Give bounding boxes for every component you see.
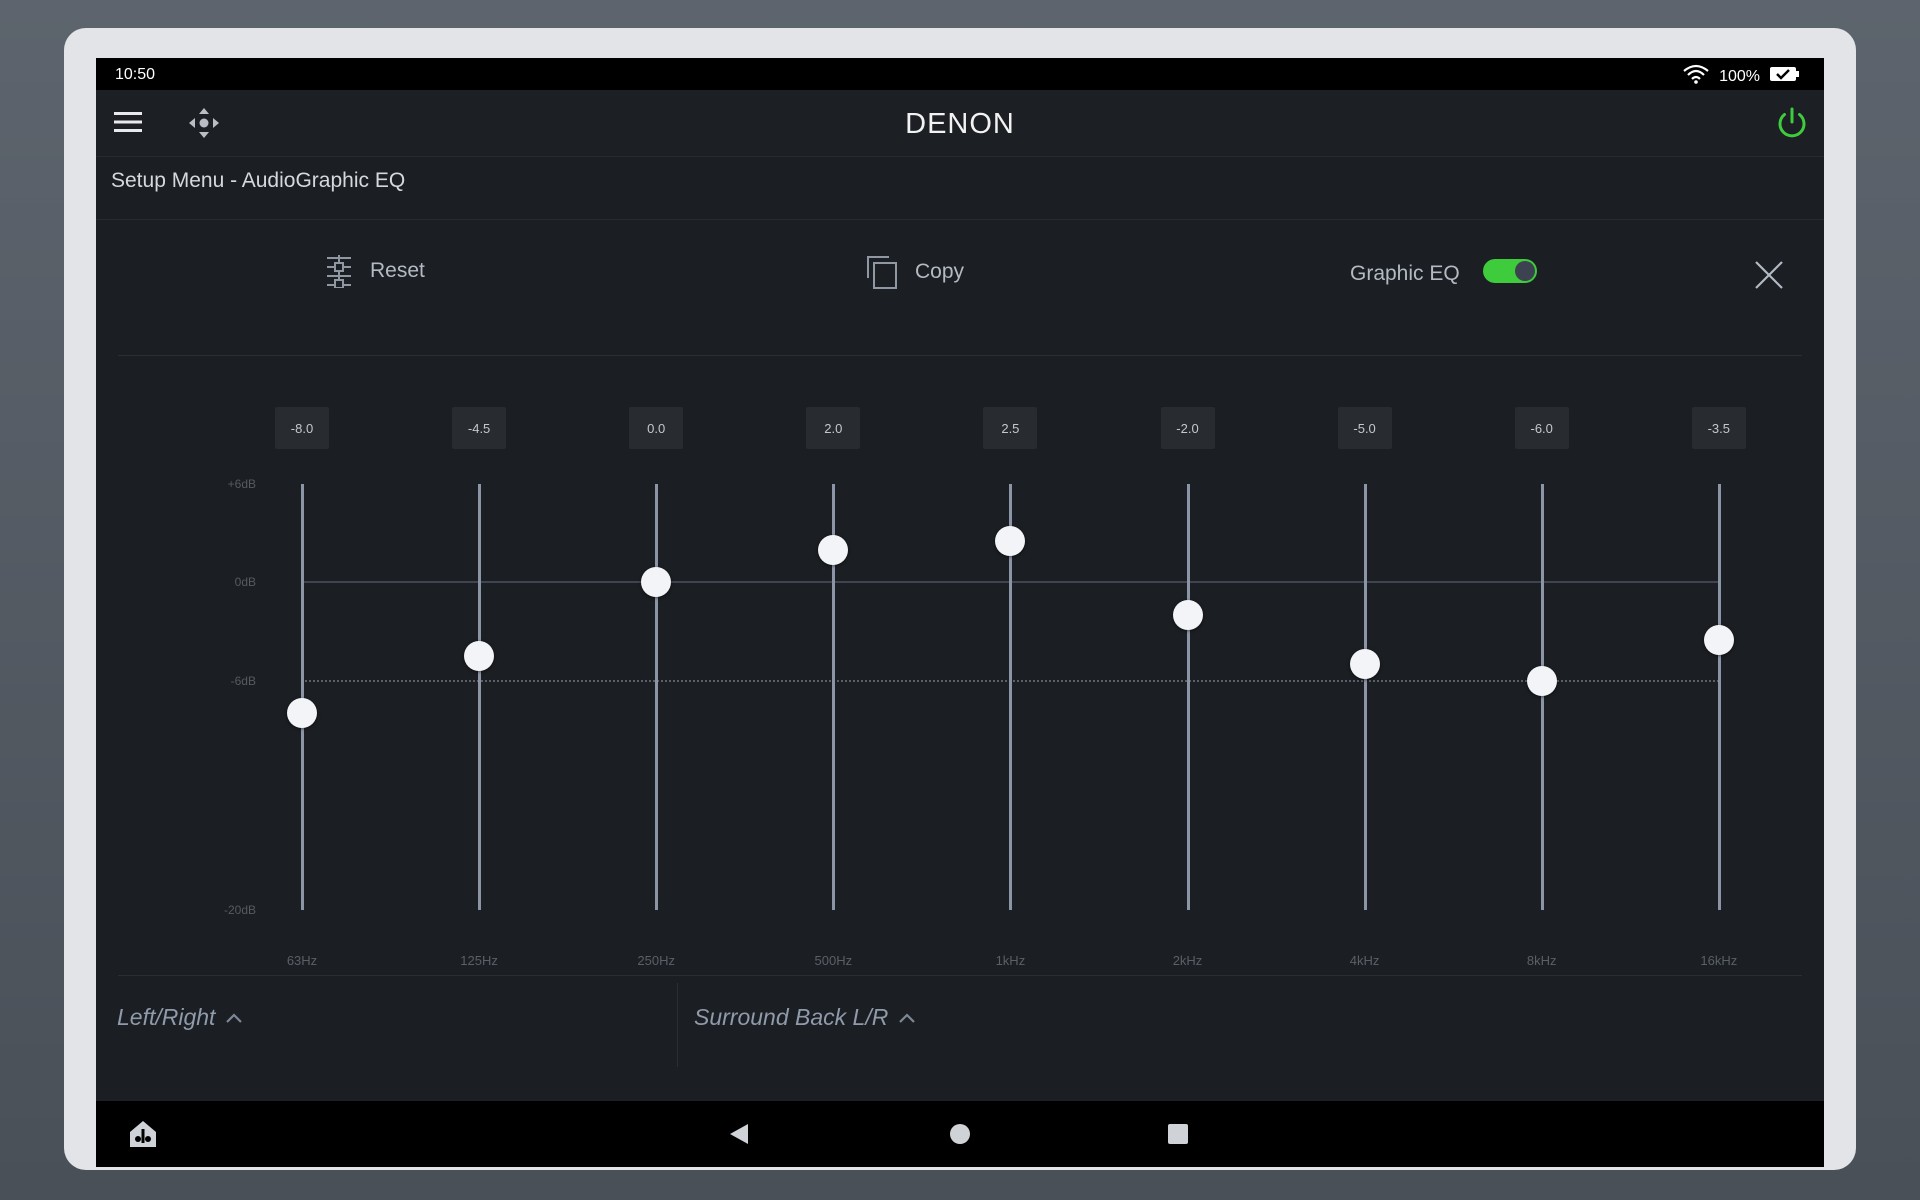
copy-button[interactable]: Copy <box>865 254 964 290</box>
heos-home-icon[interactable] <box>128 1119 158 1154</box>
home-icon[interactable] <box>950 1124 970 1144</box>
tablet-frame: 10:50 100% DENON Setup Menu - AudioGraph… <box>64 28 1856 1170</box>
eq-slider-thumb-16khz[interactable] <box>1703 624 1734 655</box>
channel-left-right[interactable]: Left/Right <box>117 1004 243 1031</box>
db-label-minus6: -6dB <box>230 673 256 688</box>
graphic-eq-toggle[interactable] <box>1483 259 1537 283</box>
reset-button[interactable]: Reset <box>324 254 425 288</box>
db-label-top: +6dB <box>227 477 256 491</box>
db-label-bottom: -20dB <box>223 903 256 917</box>
eq-slider-thumb-1khz[interactable] <box>995 526 1026 557</box>
channel-surround-back[interactable]: Surround Back L/R <box>694 1004 916 1031</box>
eq-slider-track-125hz[interactable] <box>478 484 482 910</box>
eq-slider-thumb-8khz[interactable] <box>1526 665 1557 696</box>
band-frequency-label: 250Hz <box>637 953 675 968</box>
screen: 10:50 100% DENON Setup Menu - AudioGraph… <box>96 58 1824 1167</box>
eq-slider-track-250hz[interactable] <box>655 484 659 910</box>
band-frequency-label: 125Hz <box>460 953 498 968</box>
eq-slider-thumb-63hz[interactable] <box>287 698 317 729</box>
band-value-8khz: -6.0 <box>1514 407 1569 449</box>
copy-label: Copy <box>915 260 965 283</box>
power-icon[interactable] <box>1774 105 1810 141</box>
band-value-63hz: -8.0 <box>275 407 329 449</box>
eq-slider-thumb-500hz[interactable] <box>818 534 849 565</box>
eq-slider-thumb-2khz[interactable] <box>1172 600 1203 631</box>
band-frequency-label: 4kHz <box>1349 953 1380 968</box>
status-time: 10:50 <box>115 66 156 83</box>
band-value-250hz: 0.0 <box>629 407 684 449</box>
app-bar: DENON <box>96 90 1824 157</box>
toggle-knob <box>1515 261 1535 281</box>
band-frequency-label: 16kHz <box>1700 953 1738 968</box>
band-value-1khz: 2.5 <box>983 407 1038 449</box>
band-frequency-label: 63Hz <box>286 953 318 968</box>
chevron-up-icon <box>899 1012 916 1023</box>
band-value-2khz: -2.0 <box>1160 407 1215 449</box>
sliders-icon <box>327 255 351 288</box>
system-nav-bar <box>96 1101 1824 1167</box>
copy-icon <box>867 256 897 289</box>
chevron-up-icon <box>226 1012 243 1023</box>
band-frequency-label: 1kHz <box>995 953 1026 968</box>
eq-slider-track-4khz[interactable] <box>1363 484 1367 910</box>
channel-left-right-label: Left/Right <box>117 1004 216 1030</box>
page-title: Setup Menu - AudioGraphic EQ <box>111 169 406 192</box>
eq-slider-thumb-250hz[interactable] <box>641 567 672 598</box>
equalizer: +6dB 0dB -6dB -20dB -8.0 63Hz -4.5 125Hz 0.0… <box>96 356 1824 976</box>
band-frequency-label: 8kHz <box>1526 953 1557 968</box>
status-bar: 10:50 100% <box>96 58 1824 90</box>
wifi-icon <box>1683 64 1709 89</box>
eq-slider-thumb-125hz[interactable] <box>464 641 495 672</box>
graphic-eq-label: Graphic EQ <box>1350 262 1460 285</box>
brand-logo: DENON <box>905 108 1015 140</box>
reset-label: Reset <box>370 259 425 282</box>
band-value-16khz: -3.5 <box>1691 407 1746 449</box>
eq-slider-track-8khz[interactable] <box>1540 484 1544 910</box>
divider <box>677 983 678 1067</box>
band-frequency-label: 2kHz <box>1172 953 1203 968</box>
battery-icon <box>1770 66 1800 87</box>
band-frequency-label: 500Hz <box>814 953 853 968</box>
recent-apps-icon[interactable] <box>1168 1124 1188 1144</box>
channel-surround-back-label: Surround Back L/R <box>694 1004 889 1030</box>
db-label-zero: 0dB <box>234 575 256 590</box>
divider <box>96 219 1824 220</box>
eq-slider-track-2khz[interactable] <box>1186 484 1190 910</box>
band-value-500hz: 2.0 <box>806 407 861 449</box>
eq-slider-track-16khz[interactable] <box>1717 484 1721 910</box>
band-value-4khz: -5.0 <box>1337 407 1392 449</box>
divider <box>118 975 1802 976</box>
eq-slider-thumb-4khz[interactable] <box>1349 649 1380 680</box>
back-icon[interactable] <box>728 1123 750 1150</box>
close-icon[interactable] <box>1754 260 1784 290</box>
band-value-125hz: -4.5 <box>452 407 507 449</box>
eq-slider-track-63hz[interactable] <box>301 484 304 910</box>
battery-percent: 100% <box>1719 67 1760 85</box>
